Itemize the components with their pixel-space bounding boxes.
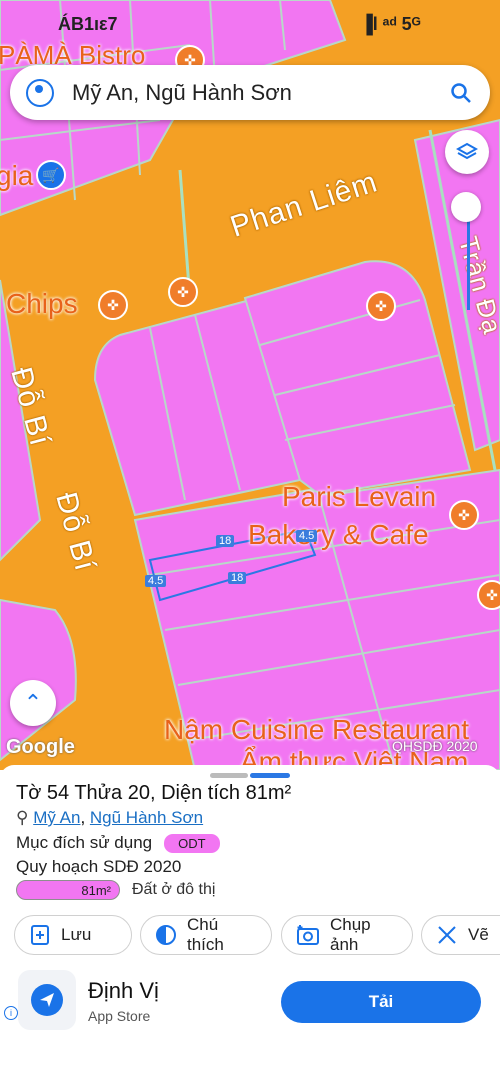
add-note-icon — [29, 924, 51, 946]
restaurant-icon[interactable]: ✜ — [477, 580, 500, 610]
sheet-handle-active[interactable] — [250, 773, 290, 778]
poi-paris-levain[interactable]: Paris Levain — [282, 481, 436, 513]
plan-area-bar: 81m² — [16, 880, 120, 900]
save-label: Lưu — [61, 925, 92, 944]
search-input[interactable]: Mỹ An, Ngũ Hành Sơn — [72, 80, 450, 106]
google-logo: Google — [6, 736, 75, 758]
location-row: ⚲ Mỹ An, Ngũ Hành Sơn — [16, 808, 203, 828]
restaurant-icon[interactable]: ✜ — [449, 500, 479, 530]
status-right: ▐l ᵃᵈ 5ᴳ — [360, 14, 421, 34]
purpose-badge: ODT — [164, 833, 220, 853]
measure-right: 4.5 — [296, 530, 318, 542]
photo-button[interactable]: Chụp ảnh — [281, 915, 413, 955]
opacity-slider-knob[interactable] — [451, 192, 481, 222]
draw-label: Vẽ — [468, 925, 489, 944]
save-button[interactable]: Lưu — [14, 915, 132, 955]
contrast-icon — [155, 924, 177, 946]
sheet-handle[interactable] — [210, 773, 248, 778]
parcel-title: Tờ 54 Thửa 20, Diện tích 81m² — [16, 782, 292, 804]
restaurant-icon[interactable]: ✜ — [168, 277, 198, 307]
camera-icon — [296, 924, 320, 946]
location-separator: , — [80, 808, 90, 827]
app-icon[interactable] — [18, 970, 76, 1030]
draw-button[interactable]: Vẽ — [421, 915, 500, 955]
plan-label: Quy hoạch SDĐ 2020 — [16, 857, 182, 876]
plan-desc: Đất ở đô thị — [132, 881, 216, 898]
restaurant-icon[interactable]: ✜ — [366, 291, 396, 321]
measure-left: 4.5 — [145, 575, 167, 587]
info-icon[interactable]: i — [4, 1006, 18, 1020]
plan-row: 81m² Đất ở đô thị — [16, 880, 215, 900]
legend-label: Chú thích — [187, 915, 224, 954]
poi-chips[interactable]: Chips — [6, 288, 78, 320]
layers-icon[interactable] — [445, 130, 489, 174]
restaurant-icon[interactable]: ✜ — [98, 290, 128, 320]
district-link[interactable]: Ngũ Hành Sơn — [90, 808, 203, 827]
poi-bakery[interactable]: Bakery & Cafe — [248, 519, 429, 551]
account-icon[interactable] — [26, 78, 54, 107]
shopping-icon[interactable]: 🛒 — [36, 160, 66, 190]
ad-store: App Store — [88, 1008, 151, 1024]
chevron-up-icon[interactable]: ⌃ — [10, 680, 56, 726]
legend-button[interactable]: Chú thích — [140, 915, 272, 955]
measure-top: 18 — [216, 535, 235, 547]
purpose-label: Mục đích sử dụng — [16, 833, 153, 852]
purpose-row: Mục đích sử dụng ODT — [16, 833, 220, 853]
ward-link[interactable]: Mỹ An — [33, 808, 80, 827]
search-icon[interactable] — [450, 82, 472, 104]
measure-bottom: 18 — [228, 572, 247, 584]
install-button[interactable]: Tải — [281, 981, 481, 1023]
layer-tag: QHSDĐ 2020 — [392, 738, 478, 754]
status-left: ÁΒ1ıε7 — [58, 14, 118, 34]
photo-label: Chụp ảnh — [330, 915, 371, 954]
location-pin-icon: ⚲ — [16, 808, 29, 827]
draw-tools-icon — [436, 924, 458, 946]
map-view[interactable]: ÁΒ1ıε7 ▐l ᵃᵈ 5ᴳ PÀMÀ Bistro gia 🛒 ✜ Chip… — [0, 0, 500, 770]
search-bar[interactable]: Mỹ An, Ngũ Hành Sơn — [10, 65, 490, 120]
ad-app-name[interactable]: Định Vị — [88, 978, 159, 1004]
poi-gia[interactable]: gia — [0, 160, 33, 192]
